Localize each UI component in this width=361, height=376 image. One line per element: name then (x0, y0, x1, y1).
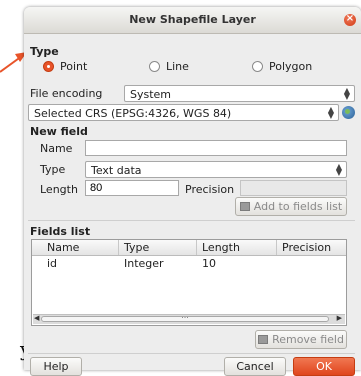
column-header-precision[interactable]: Precision (282, 241, 331, 254)
field-name-label: Name (40, 142, 73, 155)
column-separator (118, 240, 119, 255)
cancel-button[interactable]: Cancel (224, 357, 286, 376)
field-type-value: Text data (91, 164, 142, 177)
globe-icon[interactable] (342, 106, 355, 119)
scrollbar-thumb[interactable]: ... (41, 311, 329, 322)
radio-line-indicator (149, 61, 160, 72)
close-icon[interactable]: × (344, 13, 356, 26)
help-button[interactable]: Help (30, 357, 82, 376)
button-bar-divider (28, 353, 355, 354)
add-to-fields-list-label: Add to fields list (253, 200, 343, 213)
cell-length: 10 (202, 257, 216, 270)
field-precision-label: Precision (185, 183, 235, 196)
ok-button-label: OK (316, 360, 332, 373)
add-to-fields-list-button[interactable]: Add to fields list (235, 197, 347, 216)
cell-type: Integer (124, 257, 164, 270)
table-header: Name Type Length Precision (32, 240, 346, 256)
radio-polygon-label: Polygon (269, 60, 313, 73)
column-header-length[interactable]: Length (202, 241, 240, 254)
title-bar: New Shapefile Layer × (24, 7, 361, 34)
scroll-left-icon[interactable]: ◀ (34, 314, 39, 322)
radio-polygon[interactable]: Polygon (252, 60, 312, 73)
file-encoding-label: File encoding (30, 87, 103, 100)
horizontal-scrollbar[interactable]: ◀ ... ▶ (33, 311, 345, 324)
remove-field-icon (258, 335, 269, 344)
combo-arrows-icon: ▲ ▼ (343, 86, 350, 101)
section-divider (28, 220, 355, 221)
scrollbar-grip: ... (181, 311, 189, 320)
combo-arrows-icon: ▲ ▼ (335, 162, 342, 177)
type-section-label: Type (30, 45, 59, 58)
column-separator (196, 240, 197, 255)
field-type-select[interactable]: Text data ▲ ▼ (85, 161, 347, 178)
add-field-icon (239, 202, 250, 211)
column-header-type[interactable]: Type (124, 241, 149, 254)
field-name-input[interactable] (85, 140, 347, 156)
help-button-label: Help (43, 360, 69, 373)
remove-field-button[interactable]: Remove field (255, 330, 347, 349)
dialog-title: New Shapefile Layer (129, 13, 256, 26)
fields-table[interactable]: Name Type Length Precision id Integer 10… (31, 239, 347, 326)
field-length-label: Length (40, 183, 78, 196)
cell-name: id (47, 257, 58, 270)
column-header-name[interactable]: Name (47, 241, 79, 254)
crs-select[interactable]: Selected CRS (EPSG:4326, WGS 84) ▲ ▼ (28, 104, 339, 121)
fields-list-section-label: Fields list (30, 225, 91, 238)
new-shapefile-dialog: New Shapefile Layer × Type Point Line Po… (24, 7, 361, 376)
combo-arrows-icon: ▲ ▼ (327, 105, 334, 120)
radio-line-label: Line (166, 60, 189, 73)
radio-point-indicator (43, 61, 54, 72)
new-field-section-label: New field (30, 125, 88, 138)
crs-value: Selected CRS (EPSG:4326, WGS 84) (34, 107, 232, 120)
radio-point-label: Point (60, 60, 88, 73)
radio-line[interactable]: Line (149, 60, 189, 73)
field-length-input[interactable] (85, 180, 179, 196)
file-encoding-select[interactable]: System ▲ ▼ (124, 85, 355, 102)
cancel-button-label: Cancel (236, 360, 274, 373)
ok-button[interactable]: OK (293, 357, 355, 376)
file-encoding-value: System (130, 88, 172, 101)
radio-point[interactable]: Point (43, 60, 87, 73)
field-type-label: Type (40, 163, 66, 176)
field-precision-input[interactable] (240, 180, 347, 196)
radio-polygon-indicator (252, 61, 263, 72)
column-separator (276, 240, 277, 255)
scroll-right-icon[interactable]: ▶ (337, 314, 342, 322)
remove-field-label: Remove field (272, 333, 344, 346)
